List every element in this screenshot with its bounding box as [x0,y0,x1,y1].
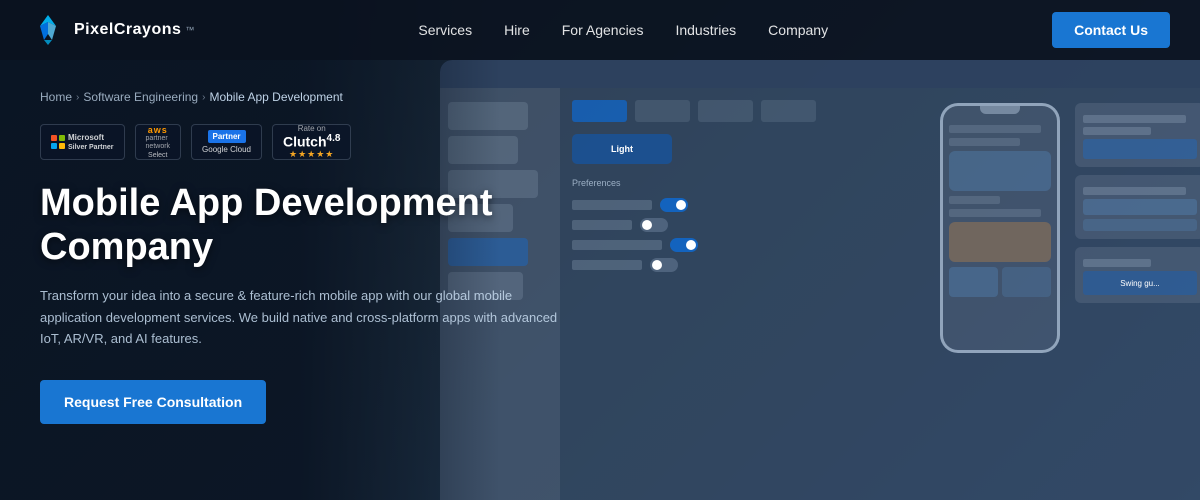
breadcrumb: Home › Software Engineering › Mobile App… [40,90,560,104]
logo-tm: ™ [185,25,194,35]
main-heading: Mobile App Development Company [40,182,560,269]
clutch-name: Clutch4.8 [283,133,340,150]
contact-button[interactable]: Contact Us [1052,12,1170,48]
aws-tier: Select [148,152,167,159]
hero-description: Transform your idea into a secure & feat… [40,285,560,349]
aws-badge: aws partnernetwork Select [135,124,182,160]
nav-links: Services Hire For Agencies Industries Co… [418,22,828,38]
nav-company[interactable]: Company [768,22,828,38]
clutch-rated-label: Rate on [298,124,326,133]
microsoft-label: MicrosoftSilver Partner [68,133,114,151]
nav-industries[interactable]: Industries [675,22,736,38]
logo[interactable]: PixelCrayons ™ [30,12,194,48]
breadcrumb-home[interactable]: Home [40,90,72,104]
breadcrumb-sep-2: › [202,92,205,103]
nav-hire[interactable]: Hire [504,22,530,38]
right-cards: Swing gu... [1075,103,1200,311]
logo-icon [30,12,66,48]
aws-sublabel: partnernetwork [146,135,171,152]
microsoft-badge: MicrosoftSilver Partner [40,124,125,160]
microsoft-logo [51,135,65,149]
logo-text: PixelCrayons [74,21,181,39]
google-cloud-label: Google Cloud [202,145,251,154]
aws-label: aws [148,125,168,135]
navbar: PixelCrayons ™ Services Hire For Agencie… [0,0,1200,60]
nav-for-agencies[interactable]: For Agencies [562,22,644,38]
breadcrumb-software-engineering[interactable]: Software Engineering [83,90,198,104]
clutch-badge: Rate on Clutch4.8 ★★★★★ [272,124,351,160]
hero-content: Home › Software Engineering › Mobile App… [0,60,600,454]
google-cloud-badge: Partner Google Cloud [191,124,262,160]
nav-services[interactable]: Services [418,22,472,38]
breadcrumb-sep-1: › [76,92,79,103]
clutch-stars: ★★★★★ [289,149,334,160]
google-partner-label: Partner [208,130,246,143]
breadcrumb-current: Mobile App Development [209,90,342,104]
partner-badges: MicrosoftSilver Partner aws partnernetwo… [40,124,560,160]
phone-mockup [940,103,1060,353]
cta-button[interactable]: Request Free Consultation [40,380,266,424]
